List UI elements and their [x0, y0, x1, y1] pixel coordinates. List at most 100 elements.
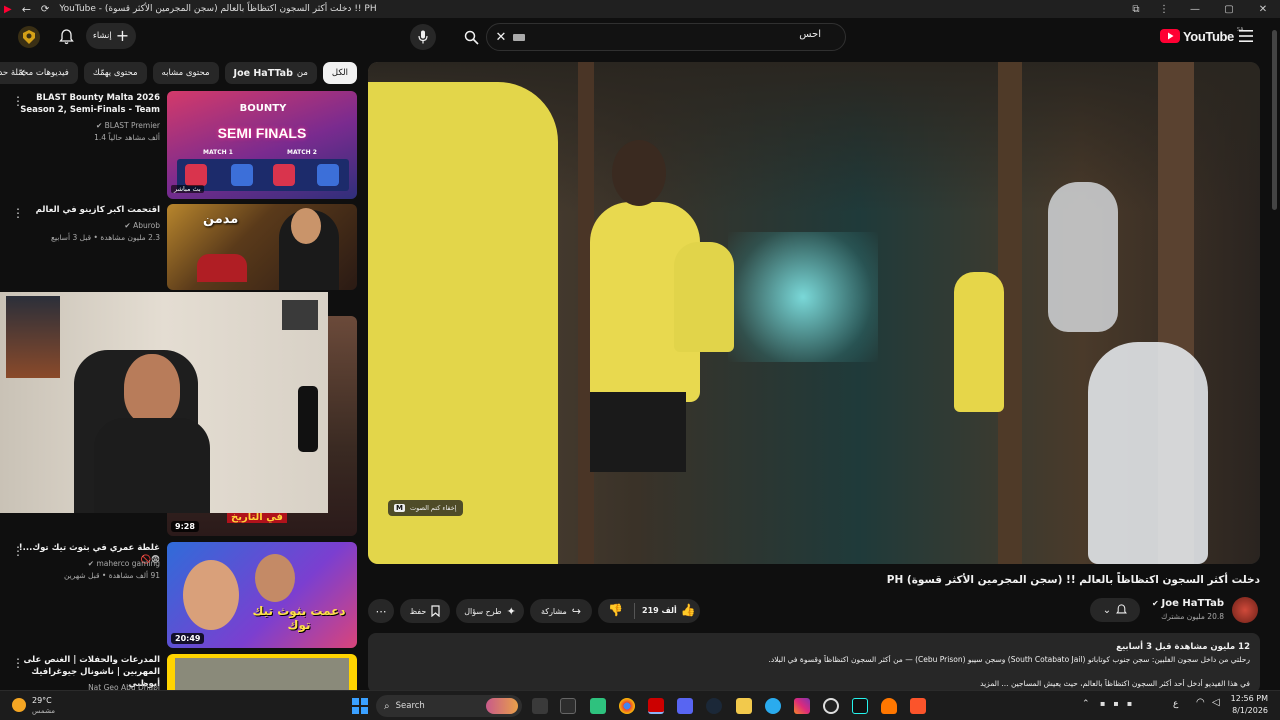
chip-from-channel[interactable]: Joe HaTTab من [224, 62, 317, 84]
maximize-button[interactable]: ▢ [1212, 4, 1246, 15]
description-line-2: في هذا الفيديو أدخل أحد أكثر السجون اكتظ… [980, 679, 1250, 688]
tray-chevron-icon[interactable]: ⌃ [1082, 699, 1090, 709]
task-view-icon[interactable] [532, 698, 548, 714]
input-language[interactable]: ع [1173, 699, 1178, 709]
verified-icon: ✔ [124, 221, 134, 230]
clear-search-icon[interactable]: ✕ [493, 29, 509, 45]
video-title-heading: دخلت أكثر السجون اكتظاظاً بالعالم !! (سج… [886, 574, 1260, 586]
page-scrollbar[interactable] [1272, 30, 1277, 210]
inmate-center-head [612, 140, 666, 206]
back-icon[interactable]: ← [22, 3, 31, 16]
youtube-logo[interactable]: YouTube SA [1160, 26, 1244, 46]
video-thumbnail[interactable] [167, 654, 357, 690]
channel-name[interactable]: Nat Geo Abu Dhabi [10, 682, 160, 690]
taskbar-search[interactable]: ⌕ Search [376, 695, 522, 717]
list-item[interactable]: ⋮ غلطة عمري في بثوث تيك توك...! 😨🚫 ✔ mah… [0, 540, 365, 648]
windows-taskbar: 29°C مشمس ⌕ Search ⌃ ▪▪▪ ع ◠ ◁ 12:56 PM … [0, 690, 1280, 720]
verified-icon: ✔ [1152, 599, 1162, 608]
close-window-button[interactable]: ✕ [1246, 4, 1280, 15]
chips-prev-icon[interactable]: ‹ [20, 65, 26, 81]
window-title: YouTube - (سجن المجرمين الأكثر قسوة) دخل… [59, 4, 377, 14]
youtube-header: إنشاء + ✕ YouTube SA [0, 18, 1280, 58]
chip-label: فيديوهات محمّلة حديثاً [0, 68, 69, 78]
browser-menu-icon[interactable]: ⋮ [1150, 4, 1178, 15]
chip-related[interactable]: محتوى مشابه [152, 62, 219, 84]
obs-icon[interactable] [823, 698, 839, 714]
video-title[interactable]: BLAST Bounty Malta 2026 Season 2, Semi-F… [10, 92, 160, 116]
channel-name[interactable]: ✔ maherco gaming [10, 558, 160, 569]
brave-icon[interactable] [910, 698, 926, 714]
match1-label: MATCH 1 [203, 149, 233, 156]
file-explorer-icon[interactable] [736, 698, 752, 714]
gambler-figure [197, 254, 247, 282]
share-label: مشاركة [540, 606, 567, 616]
dislike-button[interactable]: 👎 [608, 603, 623, 617]
clock-date[interactable]: 8/1/2026 [1232, 706, 1268, 715]
chrome-icon[interactable] [619, 698, 635, 714]
more-actions-button[interactable]: ⋯ [368, 599, 394, 623]
video-stats: 91 ألف مشاهدة • قبل شهرين [63, 571, 160, 580]
reload-icon[interactable]: ⟳ [41, 4, 49, 15]
channel-name[interactable]: ✔ BLAST Premier [10, 120, 160, 131]
chip-recently-uploaded[interactable]: فيديوهات محمّلة حديثاً [0, 62, 78, 84]
caption-hint: M إخفاء كتم الصوت [388, 500, 463, 516]
avatar[interactable] [18, 26, 40, 48]
start-button[interactable] [352, 698, 368, 714]
chip-for-you[interactable]: محتوى يهمّك [83, 62, 147, 84]
save-label: حفظ [409, 606, 427, 616]
video-player[interactable]: M إخفاء كتم الصوت [368, 62, 1260, 564]
mute-hint-label: إخفاء كتم الصوت [409, 504, 457, 512]
list-item[interactable]: ⋮ BLAST Bounty Malta 2026 Season 2, Semi… [0, 90, 365, 200]
minimize-button[interactable]: — [1178, 4, 1212, 15]
notifications-icon[interactable] [56, 26, 76, 48]
save-button[interactable]: حفظ [400, 599, 450, 623]
clock-time[interactable]: 12:56 PM [1231, 694, 1268, 703]
list-item[interactable]: ⋮ المدرعات والحفلات | الغنص على المهربين… [0, 652, 365, 690]
soundcloud-icon[interactable] [881, 698, 897, 714]
channel-avatar[interactable] [1232, 597, 1258, 623]
instagram-icon[interactable] [794, 698, 810, 714]
video-description[interactable]: 12 مليون مشاهدة قبل 3 أسابيع رحلتي من دا… [368, 633, 1260, 693]
chevron-down-icon: ⌄ [1102, 604, 1112, 616]
keyboard-icon[interactable] [513, 34, 525, 41]
video-title[interactable]: اقتحمت اكبر كازينو في العالم [10, 204, 160, 216]
hamburger-menu-icon[interactable] [1236, 26, 1256, 46]
tiktok-icon[interactable] [852, 698, 868, 714]
youtube-taskbar-icon[interactable] [648, 698, 664, 714]
subscribed-button[interactable]: ⌄ [1090, 598, 1140, 622]
discord-icon[interactable] [677, 698, 693, 714]
video-thumbnail[interactable]: مدمن [167, 204, 357, 290]
search-input[interactable] [531, 29, 821, 40]
webcam-overlay [0, 292, 328, 513]
video-thumbnail[interactable]: دعمت بثوث تيك توك 20:49 [167, 542, 357, 648]
divider [634, 603, 635, 619]
create-label: إنشاء [92, 31, 112, 41]
share-button[interactable]: مشاركة ↪ [530, 599, 592, 623]
video-duration: 20:49 [171, 633, 205, 644]
thumbnail-image [175, 658, 349, 690]
create-button[interactable]: إنشاء + [86, 23, 136, 49]
volume-icon[interactable]: ◁ [1212, 697, 1220, 708]
search-button[interactable] [457, 23, 485, 51]
ask-label: طرح سؤال [464, 606, 502, 616]
youtube-play-icon [1160, 29, 1180, 43]
telegram-icon[interactable] [765, 698, 781, 714]
list-item[interactable]: ⋮ اقتحمت اكبر كازينو في العالم ✔ Aburob … [0, 204, 365, 290]
video-thumbnail[interactable]: BOUNTY SEMI FINALS MATCH 1 MATCH 2 بث مب… [167, 91, 357, 199]
like-button[interactable]: 219 ألف 👍 [642, 603, 696, 617]
steam-icon[interactable] [706, 698, 722, 714]
wifi-icon[interactable]: ◠ [1196, 697, 1205, 708]
search-icon [464, 30, 479, 45]
weather-widget[interactable]: 29°C مشمس [12, 694, 82, 718]
video-stats: 2.3 مليون مشاهدة • قبل 3 أسابيع [51, 233, 160, 242]
channel-name[interactable]: ✔ Joe HaTTab [1152, 598, 1224, 609]
ask-button[interactable]: طرح سؤال ✦ [456, 599, 524, 623]
chip-all[interactable]: الكل [322, 62, 357, 84]
team-logo-3 [273, 164, 295, 186]
extensions-icon[interactable]: ⧉ [1122, 4, 1150, 15]
channel-name[interactable]: ✔ Aburob [10, 220, 160, 231]
voice-search-button[interactable] [410, 24, 436, 50]
app-icon[interactable] [560, 698, 576, 714]
app-green-icon[interactable] [590, 698, 606, 714]
team-logo-1 [185, 164, 207, 186]
